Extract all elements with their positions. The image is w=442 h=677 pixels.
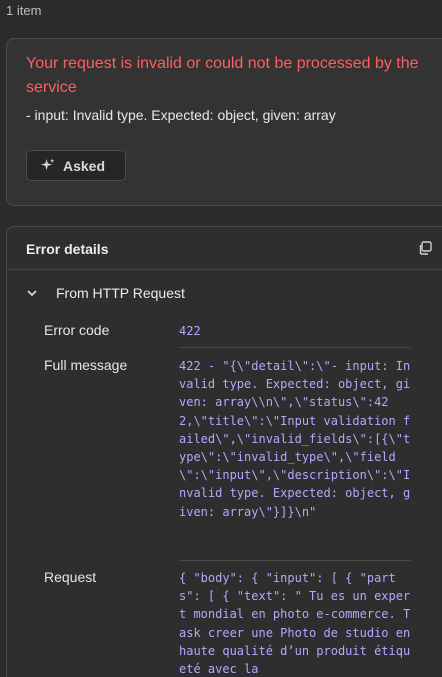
asked-button[interactable]: Asked: [26, 150, 126, 181]
sparkle-icon: [40, 158, 55, 171]
http-request-section-toggle[interactable]: From HTTP Request: [26, 283, 185, 303]
row-key: Full message: [44, 357, 128, 373]
error-title: Your request is invalid or could not be …: [26, 55, 419, 96]
divider: [179, 347, 411, 348]
row-key: Request: [44, 569, 97, 585]
error-details-header: Error details: [7, 227, 442, 270]
error-subtitle: - input: Invalid type. Expected: object,…: [26, 107, 336, 123]
row-value: 422: [179, 324, 201, 338]
row-value: { "body": { "input": [ { "parts": [ { "t…: [179, 571, 418, 677]
item-count: 1 item: [6, 3, 42, 18]
error-details-panel: Error details From HTTP Request Error co…: [6, 226, 442, 677]
section-title: From HTTP Request: [56, 285, 185, 301]
divider: [179, 560, 411, 561]
asked-label: Asked: [63, 157, 106, 174]
error-card: Your request is invalid or could not be …: [6, 38, 442, 206]
row-key: Error code: [44, 322, 110, 338]
error-details-title: Error details: [26, 241, 109, 257]
copy-icon[interactable]: [418, 241, 432, 255]
row-value: 422 - "{\"detail\":\"- input: Invalid ty…: [179, 359, 411, 519]
chevron-down-icon: [27, 290, 37, 296]
